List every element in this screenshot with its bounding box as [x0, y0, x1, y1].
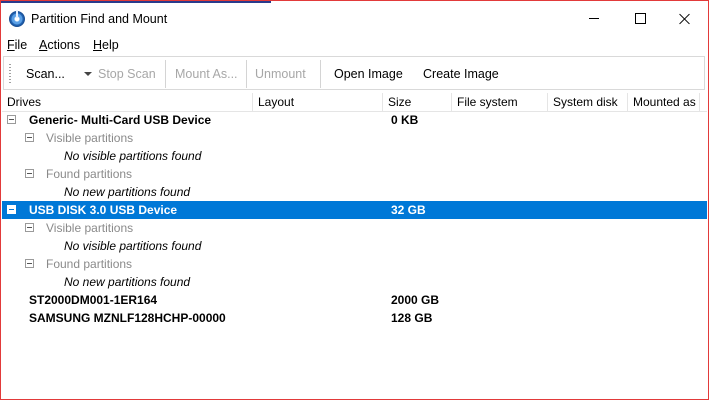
chevron-down-icon[interactable] — [84, 72, 92, 76]
mount-as-button[interactable]: Mount As... — [175, 67, 238, 81]
minimize-button[interactable] — [571, 3, 617, 34]
group-label: Found partitions — [46, 257, 133, 271]
scan-button[interactable]: Scan... — [26, 67, 65, 81]
open-image-button[interactable]: Open Image — [334, 67, 403, 81]
collapse-icon[interactable] — [25, 259, 34, 268]
toolbar-grip[interactable] — [9, 64, 11, 84]
group-label: Found partitions — [46, 167, 133, 181]
column-size[interactable]: Size — [388, 95, 411, 109]
info-text: No visible partitions found — [64, 149, 202, 163]
menu-actions-label: ctions — [47, 38, 80, 52]
tree-info-row: No visible partitions found — [2, 237, 707, 255]
drive-name: Generic- Multi-Card USB Device — [29, 113, 212, 127]
title-bar: Partition Find and Mount — [1, 3, 708, 34]
column-divider[interactable] — [382, 93, 383, 111]
app-disc-icon — [9, 10, 25, 27]
tree-group-row[interactable]: Visible partitions — [2, 129, 707, 147]
window-title: Partition Find and Mount — [31, 12, 168, 26]
tree-info-row: No new partitions found — [2, 273, 707, 291]
close-button[interactable] — [662, 3, 708, 34]
menu-help-accel: H — [93, 38, 103, 52]
tree-group-row[interactable]: Found partitions — [2, 165, 707, 183]
column-divider[interactable] — [547, 93, 548, 111]
menu-file[interactable]: File — [7, 38, 27, 52]
drive-size: 32 GB — [391, 203, 426, 217]
info-text: No visible partitions found — [64, 239, 202, 253]
tree-group-row[interactable]: Visible partitions — [2, 219, 707, 237]
column-divider[interactable] — [252, 93, 253, 111]
column-mounted-as[interactable]: Mounted as — [633, 95, 696, 109]
toolbar: Scan... Stop Scan Mount As... Unmount Op… — [3, 56, 705, 90]
create-image-button[interactable]: Create Image — [423, 67, 499, 81]
menu-file-label: ile — [14, 38, 28, 52]
menu-actions[interactable]: Actions — [39, 38, 80, 52]
minimize-icon — [589, 18, 599, 19]
column-divider[interactable] — [699, 93, 700, 111]
collapse-icon[interactable] — [25, 169, 34, 178]
tree-group-row[interactable]: Found partitions — [2, 255, 707, 273]
app-window: Partition Find and Mount File Actions He… — [0, 0, 709, 400]
drive-size: 128 GB — [391, 311, 433, 325]
maximize-button[interactable] — [617, 3, 663, 34]
column-layout[interactable]: Layout — [258, 95, 294, 109]
menu-file-accel: F — [7, 38, 15, 52]
drive-name: SAMSUNG MZNLF128HCHP-00000 — [29, 311, 226, 325]
info-text: No new partitions found — [64, 185, 191, 199]
maximize-icon — [634, 13, 646, 24]
info-text: No new partitions found — [64, 275, 191, 289]
collapse-icon[interactable] — [7, 115, 16, 124]
drive-row[interactable]: ST2000DM001-1ER164 2000 GB — [2, 291, 707, 309]
drive-size: 2000 GB — [391, 293, 440, 307]
group-label: Visible partitions — [46, 131, 134, 145]
toolbar-separator — [320, 60, 321, 88]
column-file-system[interactable]: File system — [457, 95, 518, 109]
column-divider[interactable] — [627, 93, 628, 111]
drive-row[interactable]: SAMSUNG MZNLF128HCHP-00000 128 GB — [2, 309, 707, 327]
column-system-disk[interactable]: System disk — [553, 95, 618, 109]
column-divider[interactable] — [451, 93, 452, 111]
toolbar-separator — [246, 60, 247, 88]
menu-help[interactable]: Help — [93, 38, 119, 52]
group-label: Visible partitions — [46, 221, 134, 235]
drive-size: 0 KB — [391, 113, 419, 127]
unmount-button[interactable]: Unmount — [255, 67, 306, 81]
collapse-icon[interactable] — [25, 223, 34, 232]
column-drives[interactable]: Drives — [7, 95, 41, 109]
drive-row[interactable]: Generic- Multi-Card USB Device 0 KB — [2, 111, 707, 129]
close-icon — [679, 13, 691, 25]
menu-bar: File Actions Help — [1, 35, 708, 55]
tree-info-row: No new partitions found — [2, 183, 707, 201]
column-header: Drives Layout Size File system System di… — [2, 93, 707, 112]
drive-name: ST2000DM001-1ER164 — [29, 293, 158, 307]
stop-scan-button[interactable]: Stop Scan — [98, 67, 156, 81]
drive-row-selected[interactable]: USB DISK 3.0 USB Device 32 GB — [2, 201, 707, 219]
collapse-icon[interactable] — [25, 133, 34, 142]
menu-help-label: elp — [102, 38, 119, 52]
tree-info-row: No visible partitions found — [2, 147, 707, 165]
drive-name: USB DISK 3.0 USB Device — [29, 203, 178, 217]
toolbar-separator — [165, 60, 166, 88]
collapse-icon[interactable] — [7, 205, 16, 214]
